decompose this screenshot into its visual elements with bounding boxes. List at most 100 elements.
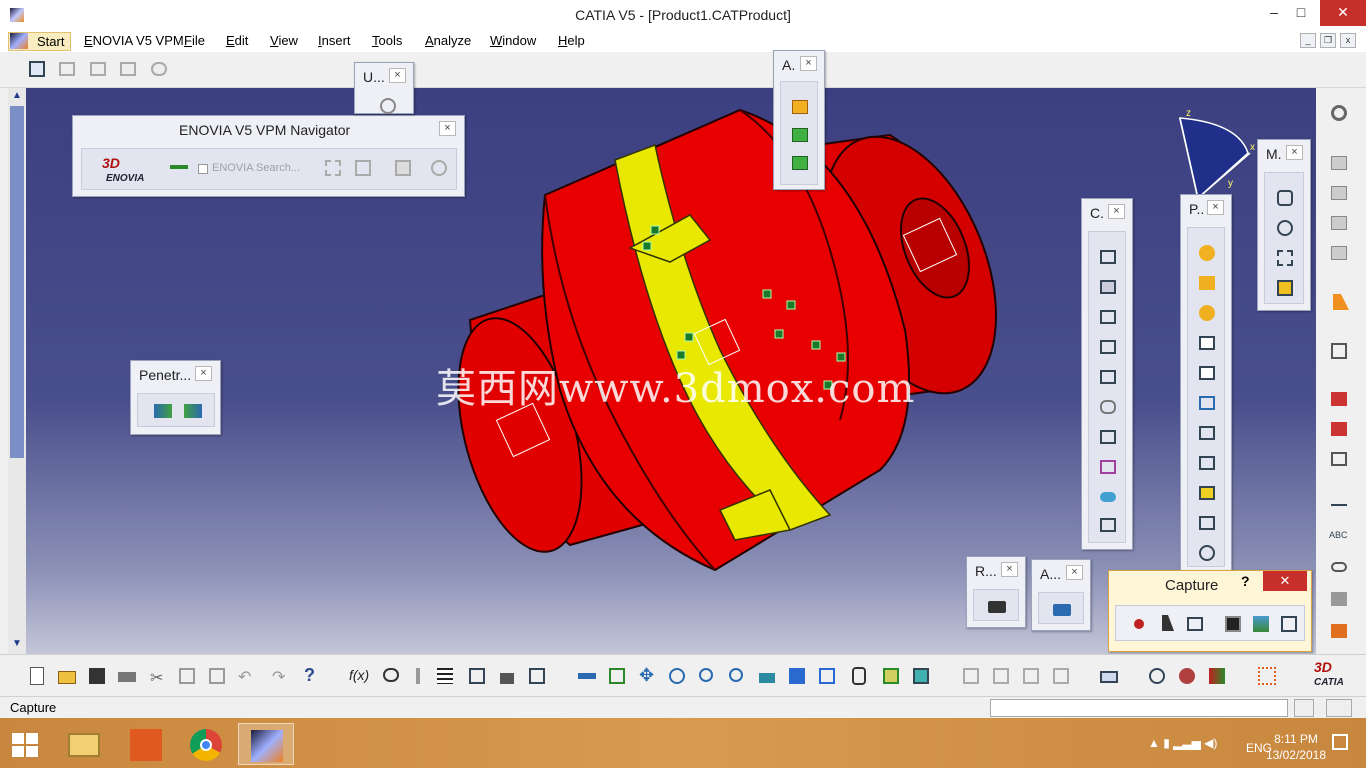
graph-tree-icon[interactable] [87, 58, 109, 80]
clock[interactable]: 8:11 PM 13/02/2018 [1266, 731, 1326, 763]
catia-doc-icon[interactable] [10, 33, 28, 49]
menu-insert[interactable]: Insert [318, 33, 351, 48]
open-icon[interactable] [56, 665, 78, 687]
update-toolbar-close-button[interactable]: × [389, 68, 406, 83]
enovia-search-checkbox[interactable] [198, 164, 208, 174]
existing-with-positioning-icon[interactable] [1196, 362, 1218, 384]
undo-icon[interactable]: ↶ [236, 665, 258, 687]
enovia-copy-icon[interactable] [392, 157, 414, 179]
enovia-logo[interactable]: 3D ENOVIA [96, 155, 156, 187]
multi-view-icon[interactable] [786, 665, 808, 687]
command-history-button[interactable] [1294, 699, 1314, 717]
select-mode-icon[interactable] [1156, 613, 1178, 635]
menu-window[interactable]: Window [490, 33, 536, 48]
penetration-toolbar[interactable]: Penetr... × [130, 360, 221, 435]
enovia-save-icon[interactable] [352, 157, 374, 179]
fit-all-icon[interactable] [606, 665, 628, 687]
enovia-tree-icon[interactable] [322, 157, 344, 179]
enovia-close-button[interactable]: × [439, 121, 456, 136]
stop-on-clash-icon[interactable] [1274, 277, 1296, 299]
selective-load-icon[interactable] [1196, 482, 1218, 504]
command-input[interactable] [990, 699, 1288, 717]
grid-icon[interactable] [1256, 665, 1278, 687]
windows-start-icon[interactable] [12, 733, 38, 757]
filter-icon[interactable] [990, 665, 1012, 687]
catalog-icon[interactable] [1098, 665, 1120, 687]
album-icon[interactable] [1278, 613, 1300, 635]
enovia-search-label[interactable]: ENOVIA Search... [212, 162, 300, 174]
analysis-toolbar[interactable]: A... × [1031, 559, 1091, 631]
existing-component-icon[interactable] [1328, 152, 1350, 174]
doc-minimize-button[interactable]: _ [1300, 33, 1316, 48]
formula-icon[interactable]: f(x) [348, 665, 370, 687]
generate-numbering-icon[interactable] [1196, 452, 1218, 474]
compass-icon[interactable]: z x y [1168, 108, 1258, 208]
cut-icon[interactable]: ✂ [146, 665, 168, 687]
product-management-icon[interactable] [26, 58, 48, 80]
move-toolbar[interactable]: M. × [1257, 139, 1311, 311]
product-structure-toolbar-close-button[interactable]: × [1207, 200, 1224, 215]
part-icon[interactable] [1196, 302, 1218, 324]
assembly-toolbar[interactable]: A. × [773, 50, 825, 190]
normal-view-icon[interactable] [756, 665, 778, 687]
chrome-icon[interactable] [178, 723, 234, 765]
scroll-thumb[interactable] [10, 106, 24, 458]
coincidence-constraint-icon[interactable] [1097, 246, 1119, 268]
constraints-toolbar[interactable]: C. × [1081, 198, 1133, 550]
image-icon[interactable] [1250, 613, 1272, 635]
swap-icon[interactable] [910, 665, 932, 687]
offset-constraint-icon[interactable] [1097, 306, 1119, 328]
redo-icon[interactable]: ↷ [270, 665, 292, 687]
file-explorer-icon[interactable] [56, 723, 112, 765]
copy-icon[interactable] [176, 665, 198, 687]
menu-file[interactable]: File [184, 33, 205, 48]
new-product-icon[interactable] [1328, 212, 1350, 234]
menu-help[interactable]: Help [558, 33, 585, 48]
assembly-toolbar-close-button[interactable]: × [800, 56, 817, 71]
arrows-icon[interactable] [960, 665, 982, 687]
constraints-toolbar-close-button[interactable]: × [1108, 204, 1125, 219]
flexible-subassembly-icon[interactable] [1097, 456, 1119, 478]
iso-view-icon[interactable] [816, 665, 838, 687]
paste-icon[interactable] [206, 665, 228, 687]
simulation-icon[interactable] [1051, 598, 1073, 620]
render-toolbar-close-button[interactable]: × [1001, 562, 1018, 577]
numbering-icon[interactable] [148, 58, 170, 80]
hide-show-icon[interactable] [880, 665, 902, 687]
component-icon[interactable] [1196, 242, 1218, 264]
knowledge-icon[interactable] [380, 665, 402, 687]
pan-icon[interactable]: ✥ [636, 665, 658, 687]
analysis-toolbar-close-button[interactable]: × [1066, 565, 1083, 580]
gear-icon[interactable] [1328, 102, 1350, 124]
enovia-refresh-icon[interactable] [428, 157, 450, 179]
apply-material-icon[interactable] [1206, 665, 1228, 687]
manipulate-icon[interactable] [1274, 187, 1296, 209]
capture-help-button[interactable]: ? [1241, 573, 1250, 589]
replace-component-icon[interactable] [56, 58, 78, 80]
reorder-icon[interactable] [117, 58, 139, 80]
menu-edit[interactable]: Edit [226, 33, 248, 48]
move-toolbar-close-button[interactable]: × [1286, 145, 1303, 160]
notifications-icon[interactable] [1332, 734, 1348, 750]
compass-tool-icon[interactable] [1146, 665, 1168, 687]
update-icon[interactable] [377, 95, 399, 117]
text-annotation-icon[interactable]: ABC [1328, 526, 1350, 548]
new-icon[interactable] [26, 665, 48, 687]
multi-instantiation-icon[interactable] [1196, 542, 1218, 564]
link-icon[interactable] [1020, 665, 1042, 687]
maximize-button[interactable]: □ [1285, 0, 1317, 26]
record-icon[interactable] [1128, 613, 1150, 635]
manage-representations-icon[interactable] [1196, 512, 1218, 534]
lock-icon[interactable] [496, 665, 518, 687]
render-toolbar[interactable]: R... × [966, 556, 1026, 628]
measure-icon[interactable] [1050, 665, 1072, 687]
catia-taskbar-icon[interactable] [238, 723, 294, 765]
penetration-icon[interactable] [152, 400, 174, 422]
select-cursor-icon[interactable] [1328, 292, 1350, 314]
capture-options-icon[interactable] [1184, 613, 1206, 635]
update-toolbar[interactable]: U... × [354, 62, 414, 114]
print-icon[interactable] [116, 665, 138, 687]
menu-tools[interactable]: Tools [372, 33, 402, 48]
snap-icon[interactable] [1328, 388, 1350, 410]
existing-component-insert-icon[interactable] [1196, 332, 1218, 354]
